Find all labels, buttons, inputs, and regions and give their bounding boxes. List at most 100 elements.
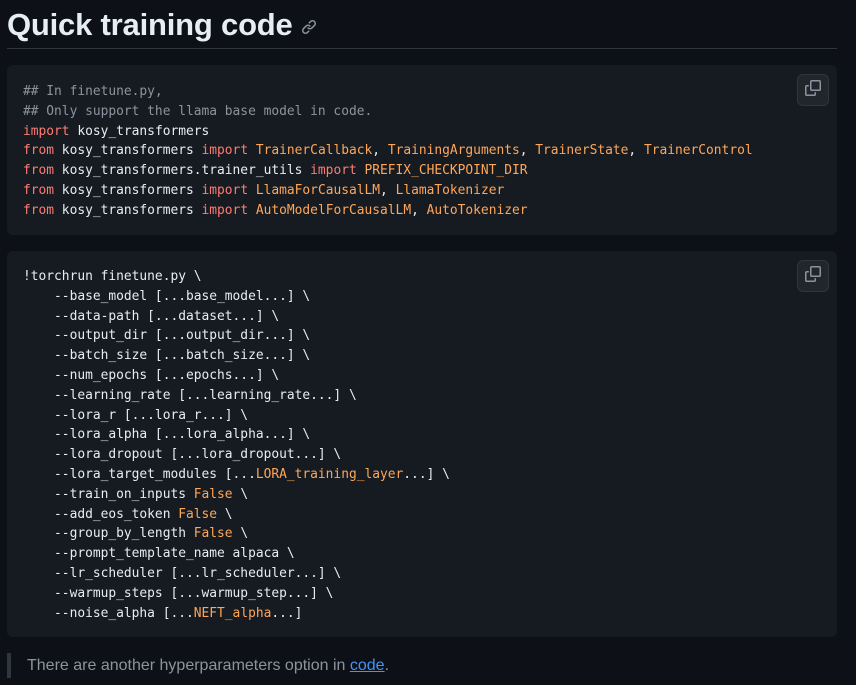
code-content: ## In finetune.py, ## Only support the ll… [23,82,753,221]
code-line: !torchrun finetune.py \ [23,267,450,287]
code-line: --lora_target_modules [...LORA_training_… [23,465,450,485]
link-icon[interactable] [301,19,317,35]
code-text: !torchrun finetune.py \ [23,269,202,284]
code-text: kosy_transformers [54,143,202,159]
note-text: There are another hyperparameters option… [27,657,350,674]
code-text: --lora_target_modules [... [23,466,256,482]
code-link[interactable]: code [350,657,385,674]
code-line: import kosy_transformers [23,122,753,142]
code-line: --noise_alpha [...NEFT_alpha...] [23,604,450,624]
code-identifier: TrainerState [535,143,629,159]
copy-icon [805,79,821,101]
code-block-imports: ## In finetune.py, ## Only support the ll… [7,65,837,235]
code-text: \ [217,506,233,522]
code-text: kosy_transformers [54,202,202,218]
code-line: --lora_r [...lora_r...] \ [23,406,450,426]
code-line: from kosy_transformers import TrainerCal… [23,141,753,161]
blockquote-note: There are another hyperparameters option… [7,653,389,678]
code-keyword: import [201,143,249,159]
code-identifier: NEFT_alpha [193,605,272,621]
code-identifier: TrainerCallback [255,143,373,159]
copy-button[interactable] [797,260,829,292]
code-text: --learning_rate [...learning_rate...] \ [23,387,357,403]
code-text: --base_model [...base_model...] \ [23,288,311,304]
code-text: ...] [271,605,303,621]
copy-icon [805,265,821,287]
code-text: --train_on_inputs [23,486,194,502]
code-text: --data-path [...dataset...] \ [23,308,280,324]
code-text: --batch_size [...batch_size...] \ [23,348,311,364]
code-line: --train_on_inputs False \ [23,485,450,505]
code-text: , [411,202,427,218]
code-line: --batch_size [...batch_size...] \ [23,346,450,366]
code-text: --lora_r [...lora_r...] \ [23,407,249,423]
code-text: --add_eos_token [23,506,179,522]
code-keyword: from [23,182,55,198]
code-line: --lora_dropout [...lora_dropout...] \ [23,445,450,465]
code-text: --prompt_template_name alpaca \ [23,546,295,562]
code-text: --lr_scheduler [...lr_scheduler...] \ [23,565,342,581]
code-comment: ## In finetune.py, [23,84,163,99]
code-line: --prompt_template_name alpaca \ [23,544,450,564]
code-text: --group_by_length [23,526,194,542]
code-keyword: from [23,202,55,218]
code-keyword: import [201,202,249,218]
code-identifier: LORA_training_layer [255,466,404,482]
code-identifier: LlamaForCausalLM [255,182,381,198]
section-heading: Quick training code [7,0,837,49]
code-text: \ [232,526,249,542]
code-text: ...] \ [403,466,450,482]
code-line: --add_eos_token False \ [23,505,450,525]
code-line: --group_by_length False \ [23,524,450,544]
code-line: --data-path [...dataset...] \ [23,307,450,327]
code-identifier: False [193,526,233,542]
code-line: ## Only support the llama base model in … [23,102,753,122]
code-block-command: !torchrun finetune.py \ --base_model [..… [7,251,837,637]
code-keyword: import [201,182,249,198]
code-keyword: import [23,123,70,139]
code-line: --learning_rate [...learning_rate...] \ [23,386,450,406]
code-keyword: from [23,163,55,179]
code-line: ## In finetune.py, [23,82,753,102]
code-text: --num_epochs [...epochs...] \ [23,367,280,383]
code-text: --warmup_steps [...warmup_step...] \ [23,585,334,601]
code-line: from kosy_transformers import LlamaForCa… [23,181,753,201]
code-identifier: TrainerControl [643,143,753,159]
code-keyword: import [310,163,357,179]
code-line: --lr_scheduler [...lr_scheduler...] \ [23,564,450,584]
code-text: --output_dir [...output_dir...] \ [23,328,311,344]
code-text: , [519,143,536,159]
code-identifier: LlamaTokenizer [395,182,505,198]
note-suffix: . [384,657,390,674]
code-text: , [380,182,396,198]
code-line: --lora_alpha [...lora_alpha...] \ [23,425,450,445]
code-identifier: AutoTokenizer [426,202,528,218]
code-identifier: TrainingArguments [387,143,520,159]
code-line: from kosy_transformers import AutoModelF… [23,201,753,221]
code-line: --num_epochs [...epochs...] \ [23,366,450,386]
code-text: kosy_transformers.trainer_utils [54,163,311,179]
code-identifier: False [178,506,218,522]
copy-button[interactable] [797,74,829,106]
code-text: , [628,143,644,159]
code-identifier: False [193,486,233,502]
code-line: --output_dir [...output_dir...] \ [23,326,450,346]
page-title: Quick training code [7,6,293,42]
code-content: !torchrun finetune.py \ --base_model [..… [23,267,450,623]
code-identifier: AutoModelForCausalLM [255,202,412,218]
code-text: kosy_transformers [69,123,210,139]
code-text: kosy_transformers [54,182,202,198]
code-line: from kosy_transformers.trainer_utils imp… [23,161,753,181]
code-text: --lora_dropout [...lora_dropout...] \ [23,447,342,463]
code-identifier: PREFIX_CHECKPOINT_DIR [364,163,528,179]
code-text: \ [232,486,249,502]
code-keyword: from [23,143,55,159]
code-line: --warmup_steps [...warmup_step...] \ [23,584,450,604]
code-text: --lora_alpha [...lora_alpha...] \ [23,427,311,443]
code-text: --noise_alpha [... [23,605,194,621]
code-line: --base_model [...base_model...] \ [23,287,450,307]
